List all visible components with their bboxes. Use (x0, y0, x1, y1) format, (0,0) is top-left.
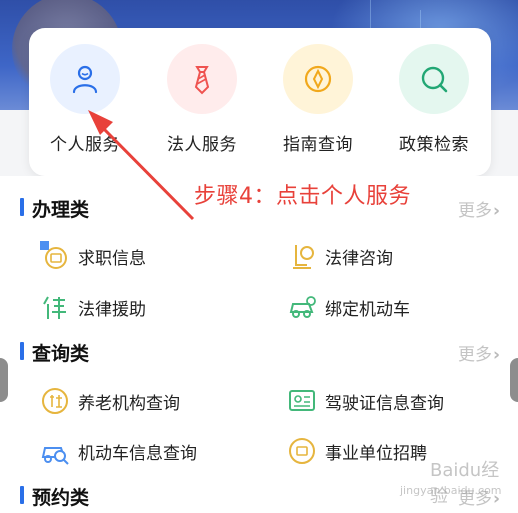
quick-item-legal-person-service[interactable]: 法人服务 (147, 44, 257, 155)
left-scroll-handle[interactable] (0, 358, 8, 402)
quick-label: 政策检索 (399, 135, 469, 155)
service-driver-license-query[interactable]: 驾驶证信息查询 (287, 383, 444, 419)
quick-label: 法人服务 (167, 135, 237, 155)
quick-label: 个人服务 (50, 135, 120, 155)
person-icon (72, 65, 98, 94)
quick-label: 指南查询 (283, 135, 353, 155)
section-title: 预约类 (32, 487, 90, 509)
chevron-right-icon: › (492, 345, 500, 365)
section-title: 查询类 (32, 343, 90, 365)
vehicle-search-icon (41, 447, 69, 465)
quick-services-card: 个人服务 法人服务 指南查询 政策检索 (29, 28, 491, 176)
law-consult-icon (293, 245, 314, 269)
more-link-query[interactable]: 更多› (458, 340, 500, 365)
elderly-care-icon (42, 388, 68, 414)
section-query: 查询类 更多› (20, 339, 500, 365)
quick-item-policy-search[interactable]: 政策检索 (379, 44, 489, 155)
service-legal-aid[interactable]: 法律援助 (40, 289, 146, 325)
right-scroll-handle[interactable] (510, 358, 518, 402)
service-vehicle-info-query[interactable]: 机动车信息查询 (40, 433, 197, 469)
quick-item-personal-service[interactable]: 个人服务 (30, 44, 140, 155)
law-aid-icon (43, 296, 66, 319)
quick-item-guide-query[interactable]: 指南查询 (263, 44, 373, 155)
service-legal-consult[interactable]: 法律咨询 (287, 238, 393, 274)
tie-icon (194, 66, 210, 95)
recruitment-icon (289, 438, 315, 464)
baidu-jingyan-watermark: Baidu经验 jingyan.baidu.com (400, 460, 502, 507)
car-bind-icon (289, 296, 316, 318)
compass-icon (304, 65, 332, 93)
search-icon (421, 66, 448, 93)
chevron-right-icon: › (492, 201, 500, 221)
job-icon (40, 241, 67, 269)
service-elderly-care-query[interactable]: 养老机构查询 (40, 383, 180, 419)
driver-license-icon (289, 390, 315, 411)
service-bind-vehicle[interactable]: 绑定机动车 (287, 289, 410, 325)
section-title: 办理类 (32, 199, 90, 221)
annotation-text: 步骤4：点击个人服务 (194, 184, 411, 209)
service-job-info[interactable]: 求职信息 (40, 238, 146, 274)
more-link-handling[interactable]: 更多› (458, 196, 500, 221)
